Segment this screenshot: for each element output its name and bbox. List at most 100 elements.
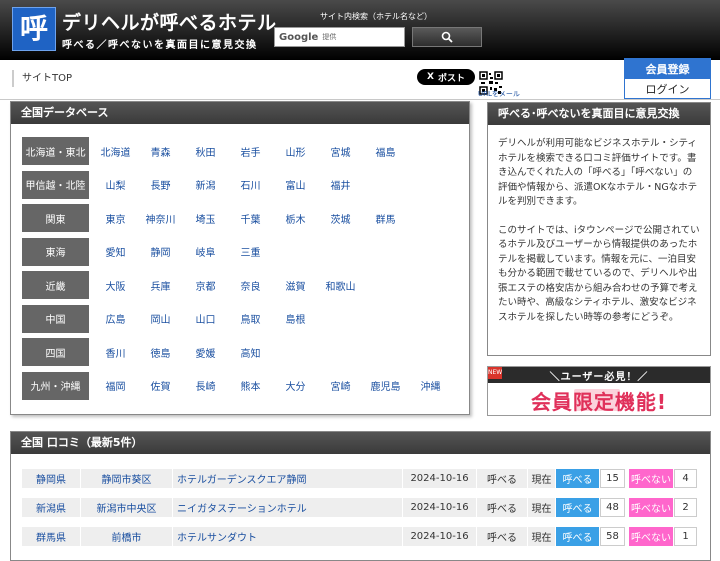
prefecture-link[interactable]: 愛知 <box>93 244 138 259</box>
login-button[interactable]: ログイン <box>624 79 711 99</box>
prefecture-link[interactable]: 茨城 <box>318 211 363 226</box>
prefecture-link[interactable]: 愛媛 <box>183 345 228 360</box>
prefecture-link[interactable]: 宮城 <box>318 144 363 159</box>
prefecture-link[interactable]: 広島 <box>93 311 138 326</box>
review-city-link[interactable]: 前橋市 <box>81 527 173 546</box>
prefecture-link[interactable]: 秋田 <box>183 144 228 159</box>
site-title[interactable]: デリヘルが呼べるホテル <box>62 8 277 35</box>
review-hotel-link[interactable]: ニイガタステーションホテル <box>173 498 403 517</box>
review-yobenai-label: 呼べない <box>629 498 674 517</box>
review-row: 群馬県 前橋市 ホテルサンダウト 2024-10-16 呼べる 現在 呼べる 58 呼べない 1 <box>22 527 710 546</box>
prefecture-link[interactable]: 福井 <box>318 177 363 192</box>
banner-slash-right: ／ <box>637 371 649 383</box>
prefecture-link[interactable]: 鳥取 <box>228 311 273 326</box>
prefecture-link[interactable]: 静岡 <box>138 244 183 259</box>
prefecture-link[interactable]: 滋賀 <box>273 278 318 293</box>
review-city-link[interactable]: 静岡市葵区 <box>81 469 173 488</box>
site-logo[interactable]: 呼 <box>12 7 56 51</box>
review-yobu-count: 58 <box>600 527 625 546</box>
review-now-label: 現在 <box>528 498 556 517</box>
review-date: 2024-10-16 <box>403 498 477 517</box>
prefecture-link[interactable]: 福岡 <box>93 378 138 393</box>
prefecture-link[interactable]: 長崎 <box>183 378 228 393</box>
prefecture-link[interactable]: 千葉 <box>228 211 273 226</box>
region-label: 北海道・東北 <box>22 137 89 165</box>
url-mail-link[interactable]: URLをメール <box>478 89 520 99</box>
info-paragraph-1: デリヘルが利用可能なビジネスホテル・シティホテルを検索できる口コミ評価サイトです… <box>498 138 698 207</box>
banner-top: ＼ ユーザー必見！ ／ <box>488 367 710 383</box>
prefecture-link[interactable]: 岐阜 <box>183 244 228 259</box>
review-yobenai-count: 2 <box>674 498 697 517</box>
review-hotel-link[interactable]: ホテルサンダウト <box>173 527 403 546</box>
prefecture-link[interactable]: 鹿児島 <box>363 378 408 393</box>
review-hotel-link[interactable]: ホテルガーデンスクエア静岡 <box>173 469 403 488</box>
prefecture-link[interactable]: 佐賀 <box>138 378 183 393</box>
search-input[interactable]: Google 提供 <box>274 27 405 47</box>
search-icon <box>441 31 453 43</box>
prefecture-link[interactable]: 大分 <box>273 378 318 393</box>
member-only-banner[interactable]: ＼ ユーザー必見！ ／ NEW 会員限定機能! <box>487 366 711 416</box>
prefecture-link[interactable]: 埼玉 <box>183 211 228 226</box>
register-button[interactable]: 会員登録 <box>624 58 711 79</box>
prefecture-list: 福岡 佐賀 長崎 熊本 大分 宮崎 鹿児島 沖縄 <box>93 378 453 393</box>
region-label: 中国 <box>22 304 89 333</box>
x-post-button[interactable]: X ポスト <box>417 69 475 85</box>
prefecture-link[interactable]: 新潟 <box>183 177 228 192</box>
region-label: 四国 <box>22 338 89 366</box>
prefecture-list: 大阪 兵庫 京都 奈良 滋賀 和歌山 <box>93 278 363 293</box>
region-label: 関東 <box>22 204 89 232</box>
prefecture-list: 広島 岡山 山口 鳥取 島根 <box>93 311 318 326</box>
prefecture-link[interactable]: 岡山 <box>138 311 183 326</box>
post-label: ポスト <box>437 73 465 84</box>
info-text: デリヘルが利用可能なビジネスホテル・シティホテルを検索できる口コミ評価サイトです… <box>488 125 710 325</box>
banner-main-text: 会員限定機能! <box>488 385 710 415</box>
prefecture-link[interactable]: 長野 <box>138 177 183 192</box>
prefecture-link[interactable]: 東京 <box>93 211 138 226</box>
prefecture-link[interactable]: 徳島 <box>138 345 183 360</box>
prefecture-link[interactable]: 大阪 <box>93 278 138 293</box>
site-header: 呼 デリヘルが呼べるホテル 呼べる／呼べないを真面目に意見交換 サイト内検索（ホ… <box>0 0 720 60</box>
prefecture-link[interactable]: 香川 <box>93 345 138 360</box>
review-yobenai-count: 4 <box>674 469 697 488</box>
prefecture-link[interactable]: 北海道 <box>93 144 138 159</box>
review-result: 呼べる <box>477 498 528 517</box>
prefecture-link[interactable]: 山口 <box>183 311 228 326</box>
breadcrumb[interactable]: サイトTOP <box>12 70 72 87</box>
prefecture-link[interactable]: 岩手 <box>228 144 273 159</box>
region-label: 東海 <box>22 237 89 266</box>
prefecture-link[interactable]: 山形 <box>273 144 318 159</box>
prefecture-link[interactable]: 三重 <box>228 244 273 259</box>
prefecture-link[interactable]: 福島 <box>363 144 408 159</box>
prefecture-link[interactable]: 山梨 <box>93 177 138 192</box>
prefecture-link[interactable]: 青森 <box>138 144 183 159</box>
prefecture-list: 北海道 青森 秋田 岩手 山形 宮城 福島 <box>93 144 408 159</box>
review-yobenai-label: 呼べない <box>629 527 674 546</box>
review-prefecture-link[interactable]: 静岡県 <box>22 469 81 488</box>
prefecture-link[interactable]: 京都 <box>183 278 228 293</box>
prefecture-list: 香川 徳島 愛媛 高知 <box>93 345 273 360</box>
prefecture-link[interactable]: 島根 <box>273 311 318 326</box>
review-yobenai-label: 呼べない <box>629 469 674 488</box>
region-row: 近畿 大阪 兵庫 京都 奈良 滋賀 和歌山 <box>22 270 462 300</box>
review-prefecture-link[interactable]: 群馬県 <box>22 527 81 546</box>
review-city-link[interactable]: 新潟市中央区 <box>81 498 173 517</box>
prefecture-link[interactable]: 高知 <box>228 345 273 360</box>
prefecture-link[interactable]: 群馬 <box>363 211 408 226</box>
prefecture-link[interactable]: 奈良 <box>228 278 273 293</box>
prefecture-link[interactable]: 宮崎 <box>318 378 363 393</box>
prefecture-link[interactable]: 栃木 <box>273 211 318 226</box>
prefecture-link[interactable]: 和歌山 <box>318 278 363 293</box>
prefecture-link[interactable]: 神奈川 <box>138 211 183 226</box>
review-yobu-count: 48 <box>600 498 625 517</box>
prefecture-link[interactable]: 沖縄 <box>408 378 453 393</box>
search-button[interactable] <box>412 27 482 47</box>
divider <box>0 99 720 100</box>
region-label: 九州・沖縄 <box>22 371 89 400</box>
x-logo-icon: X <box>427 72 434 82</box>
prefecture-link[interactable]: 石川 <box>228 177 273 192</box>
region-row: 甲信越・北陸 山梨 長野 新潟 石川 富山 福井 <box>22 170 462 200</box>
review-prefecture-link[interactable]: 新潟県 <box>22 498 81 517</box>
prefecture-link[interactable]: 兵庫 <box>138 278 183 293</box>
prefecture-link[interactable]: 熊本 <box>228 378 273 393</box>
prefecture-link[interactable]: 富山 <box>273 177 318 192</box>
